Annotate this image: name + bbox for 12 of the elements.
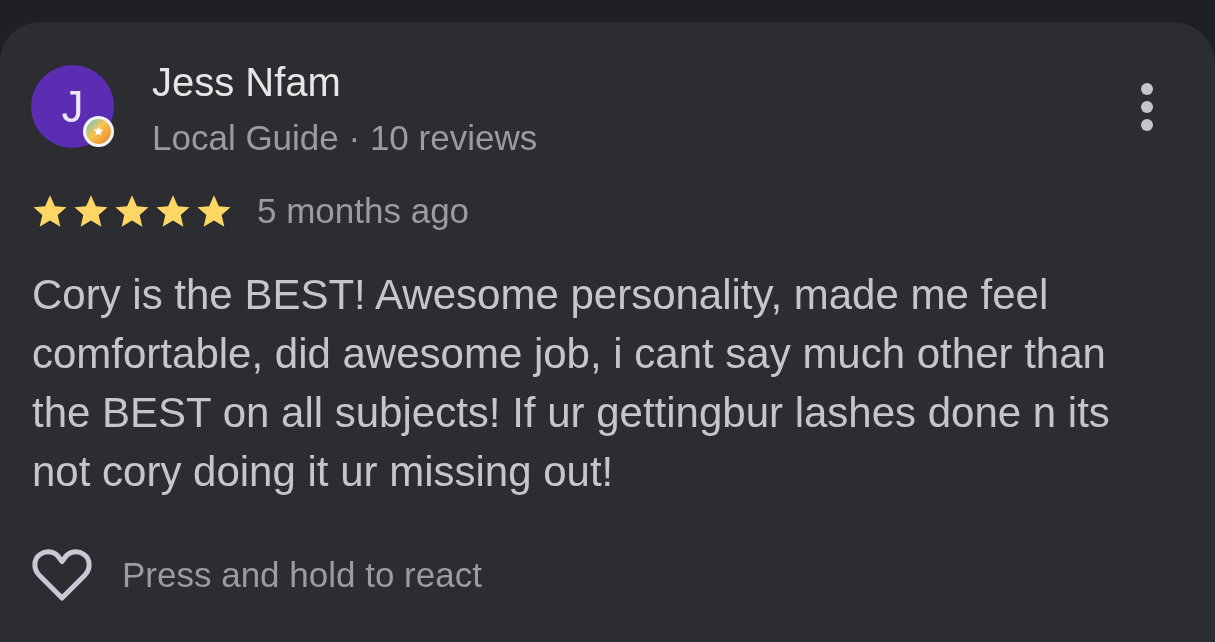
star-icon bbox=[74, 195, 108, 227]
review-time: 5 months ago bbox=[257, 191, 470, 231]
review-text: Cory is the BEST! Awesome personality, made me feel comfortable, did awesome job, i cant say much other than the BEST on all subjects! If ur gettingbur lashes done n its not cory doing it ur missing out! bbox=[32, 270, 1111, 497]
more-options-icon[interactable] bbox=[1141, 83, 1153, 131]
star-icon bbox=[33, 195, 67, 227]
star-icon bbox=[197, 195, 231, 227]
star-icon bbox=[156, 195, 190, 227]
reviewer-info: Local Guide · 10 reviews bbox=[152, 118, 538, 158]
star-icon bbox=[115, 195, 149, 227]
heart-icon[interactable] bbox=[32, 548, 92, 602]
reviewer-name[interactable]: Jess Nfam bbox=[152, 59, 538, 105]
react-hint: Press and hold to react bbox=[122, 555, 482, 595]
